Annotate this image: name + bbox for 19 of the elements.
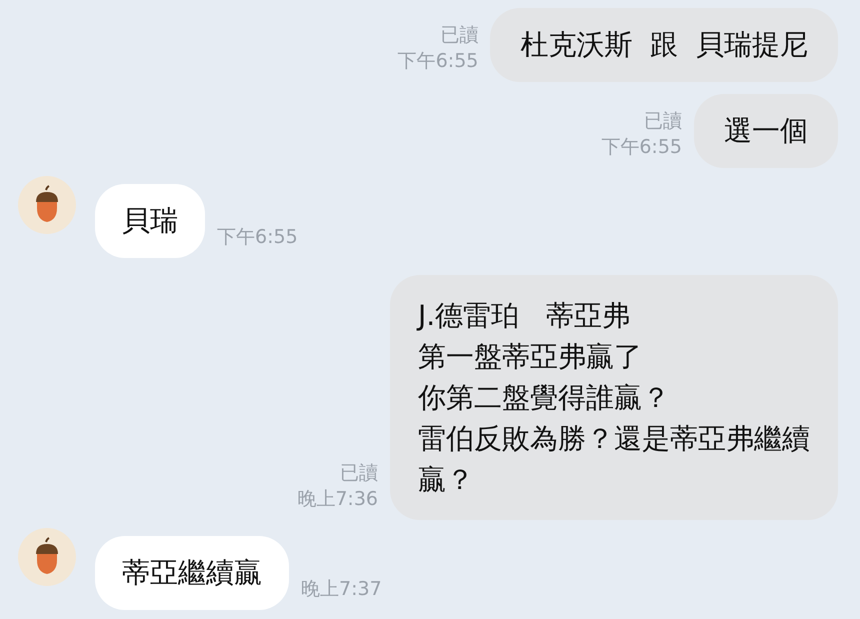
message-text: 贏？: [418, 462, 475, 498]
message-text: 杜克沃斯 跟 貝瑞提尼: [520, 27, 808, 63]
message-text: 貝瑞: [122, 203, 178, 239]
message-text: 你第二盤覺得誰贏？: [418, 380, 671, 416]
message-time: 晚上7:36: [297, 487, 378, 512]
avatar-icon[interactable]: [18, 528, 76, 586]
message-time: 下午6:55: [601, 135, 682, 160]
avatar-icon[interactable]: [18, 176, 76, 234]
message-text: 選一個: [724, 113, 808, 149]
read-receipt: 已讀: [644, 109, 682, 134]
message-time: 下午6:55: [398, 49, 478, 74]
message-text: J.德雷珀 蒂亞弗: [418, 298, 631, 334]
message-time: 下午6:55: [217, 225, 298, 250]
message-time: 晚上7:37: [301, 577, 382, 602]
read-receipt: 已讀: [440, 23, 478, 48]
message-text: 第一盤蒂亞弗贏了: [418, 339, 643, 375]
message-text: 雷伯反敗為勝？還是蒂亞弗繼續: [418, 421, 810, 457]
message-text: 蒂亞繼續贏: [122, 555, 262, 591]
read-receipt: 已讀: [340, 461, 378, 486]
